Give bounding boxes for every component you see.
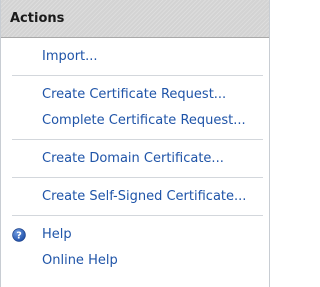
svg-text:?: ? <box>16 231 22 242</box>
actions-header: Actions <box>1 0 269 38</box>
request-section: Create Certificate Request... Complete C… <box>1 82 269 134</box>
complete-certificate-request-action[interactable]: Complete Certificate Request... <box>1 108 269 134</box>
help-action[interactable]: Help <box>1 222 269 248</box>
domain-section: Create Domain Certificate... <box>1 146 269 172</box>
actions-panel: Actions Import... Create Certificate Req… <box>0 0 270 287</box>
self-signed-section: Create Self-Signed Certificate... <box>1 184 269 210</box>
divider <box>12 139 263 140</box>
import-action[interactable]: Import... <box>1 44 269 70</box>
online-help-action[interactable]: Online Help <box>1 248 269 274</box>
divider <box>12 75 263 76</box>
divider <box>12 177 263 178</box>
divider <box>12 215 263 216</box>
create-certificate-request-action[interactable]: Create Certificate Request... <box>1 82 269 108</box>
create-domain-certificate-action[interactable]: Create Domain Certificate... <box>1 146 269 172</box>
help-section: ? Help Online Help <box>1 222 269 274</box>
create-self-signed-certificate-action[interactable]: Create Self-Signed Certificate... <box>1 184 269 210</box>
help-row: ? Help <box>1 222 269 248</box>
help-icon[interactable]: ? <box>12 228 26 242</box>
import-section: Import... <box>1 44 269 70</box>
